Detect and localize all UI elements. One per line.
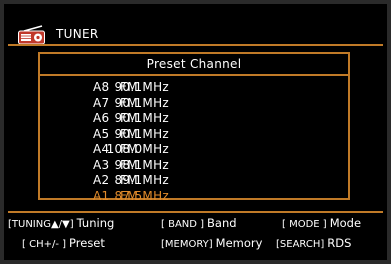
preset-number: A7 (93, 95, 110, 110)
hint-label: Memory (215, 236, 263, 250)
hint-key: [ MODE ] (282, 219, 327, 230)
preset-row-a8[interactable]: A8 FM 90.1MHz (40, 80, 348, 96)
hint-label: Mode (329, 216, 362, 230)
hint-label: Preset (69, 236, 105, 250)
preset-row-a6[interactable]: A6 FM 90.1MHz (40, 111, 348, 127)
preset-row-a5[interactable]: A5 FM 90.1MHz (40, 127, 348, 143)
app-title: TUNER (56, 27, 99, 41)
tuner-screen: TUNER Preset Channel A8 FM 90.1MHz A7 FM… (4, 4, 387, 260)
footer-divider (8, 211, 383, 213)
preset-number: A5 (93, 126, 110, 141)
preset-number: A2 (93, 173, 110, 187)
preset-number: A3 (93, 157, 110, 172)
preset-number: A8 (93, 80, 110, 94)
preset-frequency: 90.1MHz (114, 95, 169, 110)
preset-number: A1 (93, 188, 110, 203)
preset-number: A6 (93, 111, 110, 125)
hint-label: RDS (327, 236, 352, 250)
preset-row-a4[interactable]: A4 FM 108.0MHz (40, 142, 348, 158)
preset-list: A8 FM 90.1MHz A7 FM 90.1MHz A6 FM 90.1MH… (40, 80, 348, 204)
preset-row-a3[interactable]: A3 FM 98.1MHz (40, 158, 348, 174)
preset-frequency: 98.1MHz (114, 157, 169, 172)
header-divider (8, 44, 383, 46)
control-hints: [TUNING▲/▼] Tuning [ BAND ] Band [ MODE ] M… (4, 214, 387, 258)
preset-channel-panel: Preset Channel A8 FM 90.1MHz A7 FM 90.1M… (38, 52, 350, 203)
hint-tuning: [TUNING▲/▼] Tuning (8, 214, 114, 234)
preset-row-a1-selected[interactable]: A1 FM 87.5MHz (40, 189, 348, 205)
hint-label: Tuning (76, 216, 115, 230)
radio-icon (18, 25, 45, 45)
preset-frequency: 108.0MHz (106, 142, 169, 156)
preset-frequency: 89.1MHz (114, 173, 169, 187)
hint-key: [ BAND ] (161, 219, 205, 230)
hint-memory: [MEMORY] Memory (161, 234, 262, 254)
preset-row-a2[interactable]: A2 FM 89.1MHz (40, 173, 348, 189)
preset-frequency: 87.5MHz (114, 188, 169, 203)
hint-key: [TUNING▲/▼] (8, 219, 74, 230)
header: TUNER (4, 4, 387, 45)
hint-search: [SEARCH] RDS (276, 234, 351, 254)
hint-key: [MEMORY] (161, 239, 213, 250)
preset-row-a7[interactable]: A7 FM 90.1MHz (40, 96, 348, 112)
panel-title: Preset Channel (40, 54, 348, 76)
hint-band: [ BAND ] Band (161, 214, 237, 234)
hint-label: Band (207, 216, 237, 230)
hint-key: [ CH+/- ] (22, 239, 67, 250)
preset-frequency: 90.1MHz (114, 111, 169, 125)
hint-preset: [ CH+/- ] Preset (22, 234, 105, 254)
preset-frequency: 90.1MHz (114, 126, 169, 141)
hint-key: [SEARCH] (276, 239, 325, 250)
hint-mode: [ MODE ] Mode (282, 214, 361, 234)
preset-frequency: 90.1MHz (114, 80, 169, 94)
